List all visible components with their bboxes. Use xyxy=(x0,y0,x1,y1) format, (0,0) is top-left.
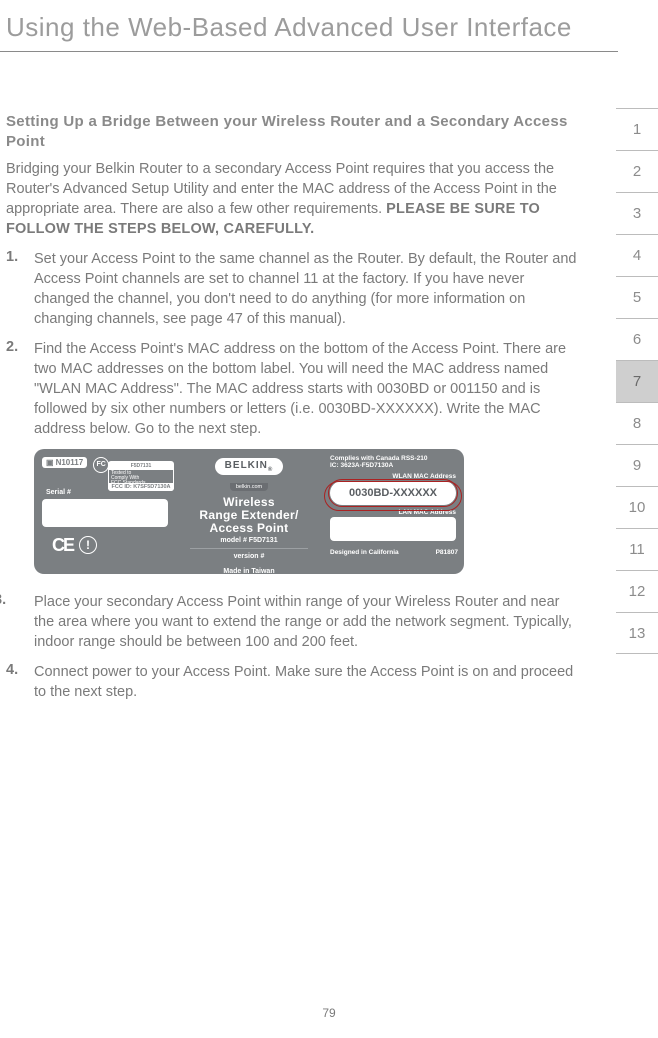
step-1: 1. Set your Access Point to the same cha… xyxy=(6,249,578,329)
fcc-id: FCC ID: K7SF5D7130A xyxy=(108,483,174,491)
product-title-line: Wireless xyxy=(223,495,275,509)
step-2: 2. Find the Access Point's MAC address o… xyxy=(6,339,578,439)
section-tab-7[interactable]: 7 xyxy=(616,360,658,402)
brand-site: belkin.com xyxy=(230,483,268,491)
ce-mark: CE xyxy=(52,535,73,556)
step-number: 1. xyxy=(6,249,34,329)
page-title: Using the Web-Based Advanced User Interf… xyxy=(0,0,658,51)
designed-in: Designed in California xyxy=(330,549,399,556)
brand-pill-wrap: BELKIN® belkin.com xyxy=(184,455,314,493)
product-title-line: Range Extender/ xyxy=(199,508,298,522)
main-content: Setting Up a Bridge Between your Wireles… xyxy=(0,112,658,712)
step-4: 4. Connect power to your Access Point. M… xyxy=(6,662,578,702)
complies-text: Complies with Canada RSS-210 IC: 3623A-F… xyxy=(330,455,458,469)
step-text: Set your Access Point to the same channe… xyxy=(34,249,578,329)
label-divider xyxy=(190,548,308,549)
section-nav: 1 2 3 4 5 6 7 8 9 10 11 12 13 xyxy=(616,108,658,654)
serial-box xyxy=(42,499,168,527)
section-tab-5[interactable]: 5 xyxy=(616,276,658,318)
step-text: Connect power to your Access Point. Make… xyxy=(34,662,578,702)
model-number: model # F5D7131 xyxy=(184,537,314,544)
version-label: version # xyxy=(184,553,314,560)
intro-paragraph: Bridging your Belkin Router to a seconda… xyxy=(6,159,578,239)
n-cert-number: N10117 xyxy=(56,458,84,467)
part-number: P81807 xyxy=(436,549,458,556)
alert-mark: ! xyxy=(79,536,97,554)
step-text: Find the Access Point's MAC address on t… xyxy=(34,339,578,439)
product-title-line: Access Point xyxy=(210,521,289,535)
product-title: Wireless Range Extender/ Access Point xyxy=(184,496,314,536)
page-number: 79 xyxy=(322,1006,335,1020)
n-cert-badge: ▣ N10117 xyxy=(42,457,87,468)
steps-list: 1. Set your Access Point to the same cha… xyxy=(6,249,578,439)
wlan-mac-label: WLAN MAC Address xyxy=(330,473,456,480)
designed-row: Designed in California P81807 xyxy=(330,549,458,556)
section-tab-9[interactable]: 9 xyxy=(616,444,658,486)
fc-mark: FC xyxy=(93,457,109,473)
step-number: 4. xyxy=(6,662,34,702)
label-left-group: ▣ N10117 FC F5D7131 Tested to Comply Wit… xyxy=(42,457,170,473)
section-tab-6[interactable]: 6 xyxy=(616,318,658,360)
brand-name: BELKIN xyxy=(225,460,268,471)
step-text: Place your secondary Access Point within… xyxy=(34,592,578,652)
step-number: 3. xyxy=(0,592,34,652)
section-heading: Setting Up a Bridge Between your Wireles… xyxy=(6,112,578,153)
complies-line: IC: 3623A-F5D7130A xyxy=(330,462,393,469)
label-middle-group: BELKIN® belkin.com Wireless Range Extend… xyxy=(184,455,314,574)
fcc-box: F5D7131 Tested to Comply With FCC Standa… xyxy=(108,461,174,491)
label-right-group: Complies with Canada RSS-210 IC: 3623A-F… xyxy=(330,455,458,556)
fcc-top: F5D7131 xyxy=(109,462,173,470)
section-tab-2[interactable]: 2 xyxy=(616,150,658,192)
section-tab-12[interactable]: 12 xyxy=(616,570,658,612)
brand-pill: BELKIN® xyxy=(215,458,284,475)
lan-mac-box xyxy=(330,517,456,541)
serial-label: Serial # xyxy=(46,489,71,496)
section-tab-3[interactable]: 3 xyxy=(616,192,658,234)
steps-list-cont: 3. Place your secondary Access Point wit… xyxy=(6,592,578,702)
ce-mark-row: CE ! xyxy=(52,535,97,556)
made-in: Made in Taiwan xyxy=(184,568,314,573)
wlan-mac-box: 0030BD-XXXXXX xyxy=(330,481,456,505)
complies-line: Complies with Canada RSS-210 xyxy=(330,455,428,462)
product-label-illustration: ▣ N10117 FC F5D7131 Tested to Comply Wit… xyxy=(34,449,464,574)
step-number: 2. xyxy=(6,339,34,439)
content-column: Setting Up a Bridge Between your Wireles… xyxy=(0,112,590,712)
section-tab-11[interactable]: 11 xyxy=(616,528,658,570)
step-3: 3. Place your secondary Access Point wit… xyxy=(0,592,578,652)
section-tab-13[interactable]: 13 xyxy=(616,612,658,654)
section-tab-10[interactable]: 10 xyxy=(616,486,658,528)
section-tab-8[interactable]: 8 xyxy=(616,402,658,444)
section-tab-4[interactable]: 4 xyxy=(616,234,658,276)
lan-mac-label: LAN MAC Address xyxy=(330,509,456,516)
section-tab-1[interactable]: 1 xyxy=(616,108,658,150)
header-divider xyxy=(0,51,618,52)
